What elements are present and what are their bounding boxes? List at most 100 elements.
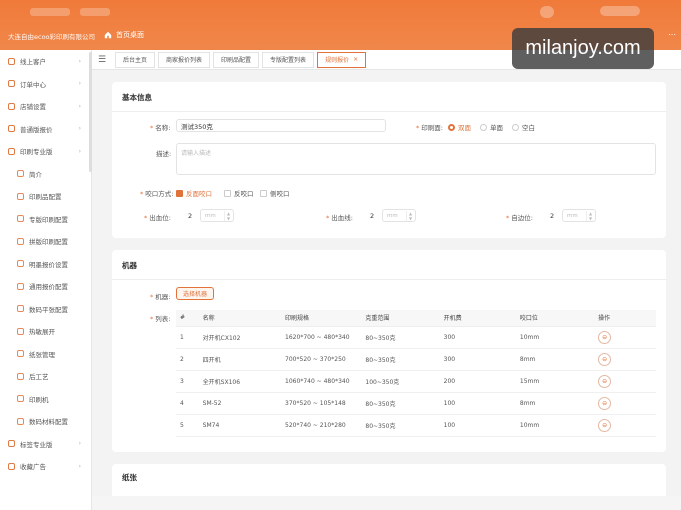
table-cell: 300: [439, 348, 516, 371]
table-cell-actions: ⊖: [594, 414, 656, 437]
header-blurred-text: [30, 8, 70, 16]
basic-info-card: 基本信息 * 名称: 测试350克 * 印刷面: 双面 单面 空白 描述: 请输入描…: [112, 82, 666, 238]
delete-row-icon[interactable]: ⊖: [598, 330, 612, 344]
header-blurred-text: [80, 8, 110, 16]
table-cell: 15mm: [515, 370, 595, 393]
table-cell: 100~350克: [361, 370, 440, 393]
sidebar-item-label: 后工艺: [29, 373, 49, 382]
menu-item-icon: [8, 440, 15, 448]
table-cell: 80~350克: [361, 326, 440, 349]
print-side-radio-single[interactable]: 单面: [480, 122, 503, 132]
menu-item-icon: [8, 147, 15, 155]
sidebar-item[interactable]: 普通版报价 ›: [0, 118, 91, 141]
sidebar-item[interactable]: 印刷品配置: [0, 185, 91, 208]
print-side-label: * 印刷面:: [416, 124, 443, 132]
name-input[interactable]: 测试350克: [176, 119, 386, 132]
print-side-radio-double[interactable]: 双面: [448, 122, 471, 132]
delete-row-icon[interactable]: ⊖: [598, 418, 612, 432]
chevron-icon: ›: [78, 102, 81, 110]
delete-row-icon[interactable]: ⊖: [598, 396, 612, 410]
sidebar-item[interactable]: 明墨报价设置: [0, 253, 91, 276]
menu-item-icon: [17, 305, 24, 313]
chevron-icon: ›: [78, 440, 81, 448]
bite-checkbox-back[interactable]: 反咬口: [224, 188, 254, 198]
machine-label: * 机器:: [150, 293, 171, 301]
sidebar-item[interactable]: 后工艺: [0, 365, 91, 388]
company-name: 大连自由ecoo彩印刷有限公司: [8, 33, 96, 41]
self-edge-input[interactable]: 2 mm ▲ ▼: [550, 209, 596, 222]
table-cell: SM-52: [198, 392, 282, 415]
machine-table: # 名称 印刷规格 克重范围 开机费 咬口位 操作 1 对开机CX102 1620*700 ~ …: [176, 310, 656, 437]
tab[interactable]: 印刷品配置: [213, 51, 260, 68]
bite-checkbox-reverse[interactable]: 反面咬口: [176, 188, 212, 198]
delete-row-icon[interactable]: ⊖: [598, 374, 612, 388]
sidebar-scrollbar[interactable]: [89, 52, 92, 172]
more-icon[interactable]: ⋯: [668, 30, 676, 39]
tab[interactable]: 商家报价列表: [158, 51, 211, 68]
menu-item-icon: [17, 282, 24, 290]
watermark: milanjoy.com: [512, 28, 654, 69]
sidebar-item[interactable]: 订单中心 ›: [0, 73, 91, 96]
bite-label: * 咬口方式:: [140, 190, 174, 198]
tab[interactable]: 后台主页: [115, 51, 156, 68]
close-tab-icon[interactable]: ×: [353, 56, 358, 63]
sidebar-item[interactable]: 拼版印刷配置: [0, 230, 91, 253]
menu-toggle-icon[interactable]: ☰: [98, 55, 112, 65]
table-cell: 10mm: [515, 414, 595, 437]
sidebar-item[interactable]: 数码平张配置: [0, 298, 91, 321]
sidebar-item[interactable]: 印刷机: [0, 388, 91, 411]
menu-item-icon: [17, 215, 24, 223]
sidebar-item[interactable]: 通用报价配置: [0, 275, 91, 298]
user-avatar[interactable]: [540, 6, 554, 18]
table-row: 4 SM-52 370*520 ~ 105*148 80~350克 100 8mm ⊖: [176, 392, 656, 415]
table-cell: 8mm: [515, 348, 595, 371]
bleed-input[interactable]: 2 mm ▲ ▼: [188, 209, 234, 222]
trim-label: * 出血线:: [326, 214, 353, 222]
column-header: 开机费: [439, 310, 516, 327]
trim-input[interactable]: 2 mm ▲ ▼: [370, 209, 416, 222]
menu-item-icon: [17, 327, 24, 335]
sidebar-item[interactable]: 纸张管理: [0, 343, 91, 366]
column-header: 克重范围: [361, 310, 440, 327]
sidebar-item-label: 店铺设置: [20, 103, 46, 112]
sidebar-item-label: 数码平张配置: [29, 305, 68, 314]
desc-label: 描述:: [156, 150, 172, 158]
print-side-radio-blank[interactable]: 空白: [512, 122, 535, 132]
description-textarea[interactable]: 请输入描述: [176, 143, 656, 175]
table-row: 2 四开机 700*520 ~ 370*250 80~350克 300 8mm ⊖: [176, 348, 656, 371]
sidebar-item-label: 印刷机: [29, 395, 49, 404]
sidebar-item[interactable]: 热敏展开: [0, 320, 91, 343]
table-cell: 4: [176, 392, 199, 415]
basic-info-title: 基本信息: [122, 93, 152, 102]
self-edge-label: * 自边位:: [506, 214, 533, 222]
sidebar-item[interactable]: 收藏广告 ›: [0, 455, 91, 478]
list-label: * 列表:: [150, 315, 171, 323]
sidebar-item-label: 明墨报价设置: [29, 260, 68, 269]
tab[interactable]: 专版配置列表: [262, 51, 315, 68]
menu-item-icon: [8, 125, 15, 133]
sidebar-item[interactable]: 印刷专业版 ›: [0, 140, 91, 163]
table-row: 1 对开机CX102 1620*700 ~ 480*340 80~350克 300 10m…: [176, 326, 656, 349]
sidebar-item-label: 拼版印刷配置: [29, 238, 68, 247]
delete-row-icon[interactable]: ⊖: [598, 352, 612, 366]
tab[interactable]: 规则报价 ×: [317, 51, 367, 68]
name-label: * 名称:: [150, 124, 171, 132]
sidebar-item[interactable]: 简介: [0, 163, 91, 186]
sidebar-item[interactable]: 专版印刷配置: [0, 208, 91, 231]
table-cell: 对开机CX102: [198, 326, 282, 349]
sidebar-item[interactable]: 线上客户 ›: [0, 50, 91, 73]
user-menu[interactable]: [600, 6, 640, 16]
menu-item-icon: [17, 417, 24, 425]
machine-title: 机器: [122, 261, 137, 270]
table-cell: 10mm: [515, 326, 595, 349]
sidebar-item-label: 印刷品配置: [29, 193, 62, 202]
home-link[interactable]: 首页桌面: [104, 30, 144, 40]
sidebar-item[interactable]: 标签专业版 ›: [0, 433, 91, 456]
table-cell: 四开机: [198, 348, 282, 371]
sidebar: 线上客户 › 订单中心 › 店铺设置 › 普通版报价 › 印刷专业版 › 简介印刷品配置专版印刷配置…: [0, 50, 92, 510]
sidebar-item[interactable]: 数码材料配置: [0, 410, 91, 433]
bite-checkbox-side[interactable]: 侧咬口: [260, 188, 290, 198]
select-machine-button[interactable]: 选择机器: [176, 287, 215, 300]
sidebar-item[interactable]: 店铺设置 ›: [0, 95, 91, 118]
table-cell: 8mm: [515, 392, 595, 415]
